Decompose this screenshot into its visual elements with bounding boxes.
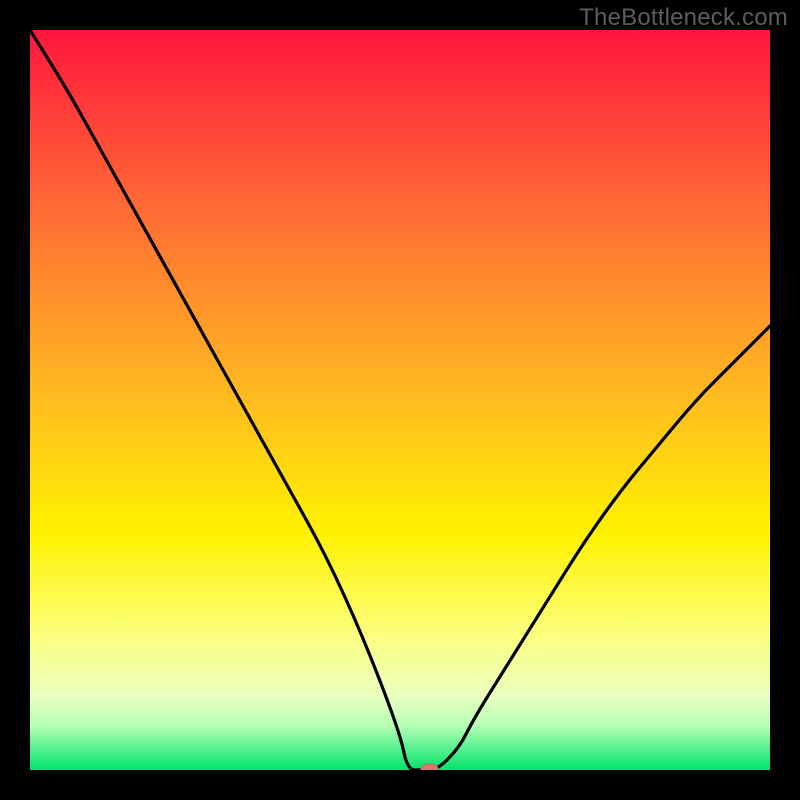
plot-area <box>30 30 770 770</box>
watermark-text: TheBottleneck.com <box>579 4 788 32</box>
optimal-point-marker <box>421 764 439 770</box>
chart-frame: TheBottleneck.com <box>0 0 800 800</box>
gradient-background <box>30 30 770 770</box>
chart-svg <box>30 30 770 770</box>
